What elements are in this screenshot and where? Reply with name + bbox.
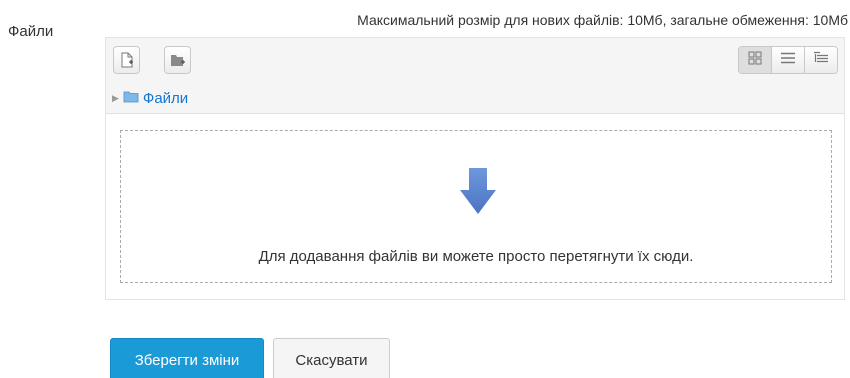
view-mode-group xyxy=(738,46,838,74)
cancel-button[interactable]: Скасувати xyxy=(273,338,390,378)
breadcrumb: ▶ Файли xyxy=(112,90,188,107)
tree-view-icon xyxy=(814,51,828,70)
down-arrow-icon xyxy=(460,168,496,219)
icons-view-button[interactable] xyxy=(739,47,771,73)
add-file-button[interactable] xyxy=(113,46,140,74)
file-manager-toolbar: ▶ Файли xyxy=(106,38,844,114)
file-size-limits: Максимальний розмір для нових файлів: 10… xyxy=(357,12,848,28)
create-folder-button[interactable] xyxy=(164,46,191,74)
drop-zone[interactable]: Для додавання файлів ви можете просто пе… xyxy=(120,130,832,283)
path-folder-link[interactable]: Файли xyxy=(143,90,188,107)
files-field-label: Файли xyxy=(8,23,54,40)
icons-view-icon xyxy=(748,51,762,70)
drop-zone-text: Для додавання файлів ви можете просто пе… xyxy=(258,248,694,265)
file-manager: ▶ Файли Для додавання файлів ви можете п… xyxy=(105,37,845,300)
list-view-button[interactable] xyxy=(771,47,804,73)
save-button[interactable]: Зберегти зміни xyxy=(110,338,264,378)
tree-view-button[interactable] xyxy=(804,47,837,73)
list-view-icon xyxy=(781,51,795,69)
page: Файли Максимальний розмір для нових файл… xyxy=(0,0,850,378)
expand-arrow-icon[interactable]: ▶ xyxy=(112,93,119,104)
folder-icon xyxy=(123,90,139,107)
create-folder-icon xyxy=(170,53,186,67)
add-file-icon xyxy=(120,52,134,68)
